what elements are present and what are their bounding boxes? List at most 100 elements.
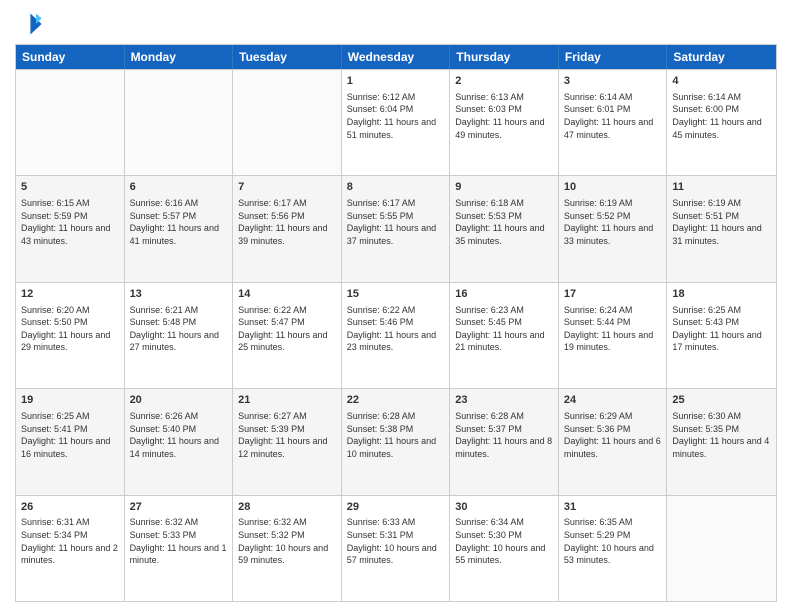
calendar-cell: 22 Sunrise: 6:28 AMSunset: 5:38 PMDayligh… xyxy=(342,389,451,494)
calendar-cell: 14 Sunrise: 6:22 AMSunset: 5:47 PMDayligh… xyxy=(233,283,342,388)
cell-info: Sunrise: 6:25 AMSunset: 5:43 PMDaylight:… xyxy=(672,304,771,354)
cell-info: Sunrise: 6:14 AMSunset: 6:01 PMDaylight:… xyxy=(564,91,662,141)
cell-info: Sunrise: 6:30 AMSunset: 5:35 PMDaylight:… xyxy=(672,410,771,460)
calendar-cell: 18 Sunrise: 6:25 AMSunset: 5:43 PMDayligh… xyxy=(667,283,776,388)
calendar-cell: 30Sunrise: 6:34 AMSunset: 5:30 PMDayligh… xyxy=(450,496,559,601)
cell-info: Sunrise: 6:33 AMSunset: 5:31 PMDaylight:… xyxy=(347,516,445,566)
calendar-cell: 25 Sunrise: 6:30 AMSunset: 5:35 PMDayligh… xyxy=(667,389,776,494)
calendar-cell: 16Sunrise: 6:23 AMSunset: 5:45 PMDayligh… xyxy=(450,283,559,388)
calendar-cell: 9 Sunrise: 6:18 AMSunset: 5:53 PMDaylight… xyxy=(450,176,559,281)
cell-info: Sunrise: 6:12 AMSunset: 6:04 PMDaylight:… xyxy=(347,91,445,141)
logo xyxy=(15,10,47,38)
cell-info: Sunrise: 6:24 AMSunset: 5:44 PMDaylight:… xyxy=(564,304,662,354)
calendar-cell: 20Sunrise: 6:26 AMSunset: 5:40 PMDayligh… xyxy=(125,389,234,494)
cell-info: Sunrise: 6:23 AMSunset: 5:45 PMDaylight:… xyxy=(455,304,553,354)
calendar-cell: 4 Sunrise: 6:14 AMSunset: 6:00 PMDaylight… xyxy=(667,70,776,175)
header xyxy=(15,10,777,38)
calendar-row: 1 Sunrise: 6:12 AMSunset: 6:04 PMDaylight… xyxy=(16,69,776,175)
day-number: 10 xyxy=(564,180,662,195)
calendar-body: 1 Sunrise: 6:12 AMSunset: 6:04 PMDaylight… xyxy=(16,69,776,601)
calendar-cell: 13 Sunrise: 6:21 AMSunset: 5:48 PMDayligh… xyxy=(125,283,234,388)
day-number: 1 xyxy=(347,74,445,89)
calendar: SundayMondayTuesdayWednesdayThursdayFrid… xyxy=(15,44,777,602)
calendar-row: 19 Sunrise: 6:25 AMSunset: 5:41 PMDayligh… xyxy=(16,388,776,494)
calendar-header-cell: Wednesday xyxy=(342,45,451,69)
day-number: 12 xyxy=(21,287,119,302)
day-number: 28 xyxy=(238,500,336,515)
calendar-cell: 21Sunrise: 6:27 AMSunset: 5:39 PMDayligh… xyxy=(233,389,342,494)
cell-info: Sunrise: 6:21 AMSunset: 5:48 PMDaylight:… xyxy=(130,304,228,354)
calendar-header-cell: Monday xyxy=(125,45,234,69)
calendar-header-cell: Saturday xyxy=(667,45,776,69)
calendar-cell: 11 Sunrise: 6:19 AMSunset: 5:51 PMDayligh… xyxy=(667,176,776,281)
calendar-cell: 12 Sunrise: 6:20 AMSunset: 5:50 PMDayligh… xyxy=(16,283,125,388)
day-number: 2 xyxy=(455,74,553,89)
calendar-cell xyxy=(16,70,125,175)
page: SundayMondayTuesdayWednesdayThursdayFrid… xyxy=(0,0,792,612)
calendar-row: 26Sunrise: 6:31 AMSunset: 5:34 PMDayligh… xyxy=(16,495,776,601)
cell-info: Sunrise: 6:18 AMSunset: 5:53 PMDaylight:… xyxy=(455,197,553,247)
calendar-cell: 15 Sunrise: 6:22 AMSunset: 5:46 PMDayligh… xyxy=(342,283,451,388)
day-number: 3 xyxy=(564,74,662,89)
calendar-cell xyxy=(667,496,776,601)
day-number: 6 xyxy=(130,180,228,195)
calendar-header-cell: Thursday xyxy=(450,45,559,69)
calendar-header-cell: Tuesday xyxy=(233,45,342,69)
cell-info: Sunrise: 6:15 AMSunset: 5:59 PMDaylight:… xyxy=(21,197,119,247)
cell-info: Sunrise: 6:32 AMSunset: 5:33 PMDaylight:… xyxy=(130,516,228,566)
calendar-cell: 6 Sunrise: 6:16 AMSunset: 5:57 PMDaylight… xyxy=(125,176,234,281)
calendar-cell: 3 Sunrise: 6:14 AMSunset: 6:01 PMDaylight… xyxy=(559,70,668,175)
calendar-cell: 10 Sunrise: 6:19 AMSunset: 5:52 PMDayligh… xyxy=(559,176,668,281)
cell-info: Sunrise: 6:29 AMSunset: 5:36 PMDaylight:… xyxy=(564,410,662,460)
day-number: 25 xyxy=(672,393,771,408)
calendar-cell: 19 Sunrise: 6:25 AMSunset: 5:41 PMDayligh… xyxy=(16,389,125,494)
calendar-cell: 23Sunrise: 6:28 AMSunset: 5:37 PMDayligh… xyxy=(450,389,559,494)
cell-info: Sunrise: 6:28 AMSunset: 5:38 PMDaylight:… xyxy=(347,410,445,460)
day-number: 11 xyxy=(672,180,771,195)
day-number: 13 xyxy=(130,287,228,302)
calendar-cell: 24 Sunrise: 6:29 AMSunset: 5:36 PMDayligh… xyxy=(559,389,668,494)
calendar-header-cell: Friday xyxy=(559,45,668,69)
cell-info: Sunrise: 6:27 AMSunset: 5:39 PMDaylight:… xyxy=(238,410,336,460)
day-number: 17 xyxy=(564,287,662,302)
calendar-cell: 29Sunrise: 6:33 AMSunset: 5:31 PMDayligh… xyxy=(342,496,451,601)
day-number: 18 xyxy=(672,287,771,302)
day-number: 15 xyxy=(347,287,445,302)
cell-info: Sunrise: 6:25 AMSunset: 5:41 PMDaylight:… xyxy=(21,410,119,460)
cell-info: Sunrise: 6:32 AMSunset: 5:32 PMDaylight:… xyxy=(238,516,336,566)
calendar-cell: 1 Sunrise: 6:12 AMSunset: 6:04 PMDaylight… xyxy=(342,70,451,175)
calendar-cell: 7Sunrise: 6:17 AMSunset: 5:56 PMDaylight… xyxy=(233,176,342,281)
calendar-cell: 27Sunrise: 6:32 AMSunset: 5:33 PMDayligh… xyxy=(125,496,234,601)
day-number: 19 xyxy=(21,393,119,408)
day-number: 9 xyxy=(455,180,553,195)
calendar-cell xyxy=(125,70,234,175)
day-number: 23 xyxy=(455,393,553,408)
cell-info: Sunrise: 6:31 AMSunset: 5:34 PMDaylight:… xyxy=(21,516,119,566)
calendar-cell: 8 Sunrise: 6:17 AMSunset: 5:55 PMDaylight… xyxy=(342,176,451,281)
day-number: 24 xyxy=(564,393,662,408)
day-number: 27 xyxy=(130,500,228,515)
day-number: 4 xyxy=(672,74,771,89)
calendar-cell: 17 Sunrise: 6:24 AMSunset: 5:44 PMDayligh… xyxy=(559,283,668,388)
day-number: 7 xyxy=(238,180,336,195)
day-number: 14 xyxy=(238,287,336,302)
cell-info: Sunrise: 6:17 AMSunset: 5:55 PMDaylight:… xyxy=(347,197,445,247)
day-number: 31 xyxy=(564,500,662,515)
cell-info: Sunrise: 6:16 AMSunset: 5:57 PMDaylight:… xyxy=(130,197,228,247)
cell-info: Sunrise: 6:19 AMSunset: 5:51 PMDaylight:… xyxy=(672,197,771,247)
cell-info: Sunrise: 6:22 AMSunset: 5:47 PMDaylight:… xyxy=(238,304,336,354)
day-number: 22 xyxy=(347,393,445,408)
day-number: 29 xyxy=(347,500,445,515)
day-number: 8 xyxy=(347,180,445,195)
day-number: 20 xyxy=(130,393,228,408)
calendar-cell: 2Sunrise: 6:13 AMSunset: 6:03 PMDaylight… xyxy=(450,70,559,175)
cell-info: Sunrise: 6:22 AMSunset: 5:46 PMDaylight:… xyxy=(347,304,445,354)
cell-info: Sunrise: 6:20 AMSunset: 5:50 PMDaylight:… xyxy=(21,304,119,354)
calendar-row: 5Sunrise: 6:15 AMSunset: 5:59 PMDaylight… xyxy=(16,175,776,281)
cell-info: Sunrise: 6:34 AMSunset: 5:30 PMDaylight:… xyxy=(455,516,553,566)
day-number: 30 xyxy=(455,500,553,515)
cell-info: Sunrise: 6:19 AMSunset: 5:52 PMDaylight:… xyxy=(564,197,662,247)
calendar-cell: 28Sunrise: 6:32 AMSunset: 5:32 PMDayligh… xyxy=(233,496,342,601)
calendar-header-cell: Sunday xyxy=(16,45,125,69)
cell-info: Sunrise: 6:14 AMSunset: 6:00 PMDaylight:… xyxy=(672,91,771,141)
